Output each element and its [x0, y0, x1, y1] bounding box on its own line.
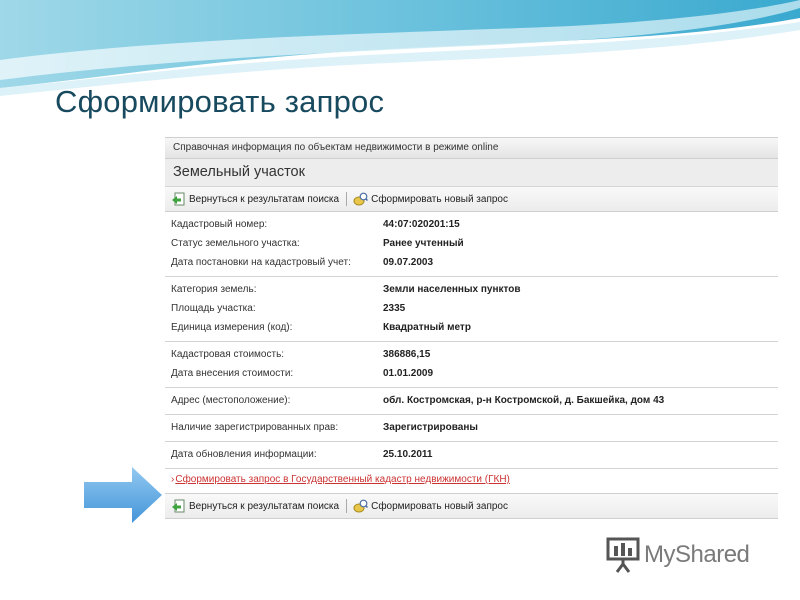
back-to-results-label: Вернуться к результатам поиска: [189, 500, 340, 512]
panel-topbar: Справочная информация по объектам недвиж…: [165, 137, 778, 159]
gkn-request-link[interactable]: Сформировать запрос в Государственный ка…: [175, 474, 510, 485]
info-group-updated: Дата обновления информации: 25.10.2011: [165, 442, 778, 469]
row-label: Единица измерения (код):: [171, 322, 293, 333]
info-row: Площадь участка: 2335: [165, 299, 778, 318]
info-row: Кадастровая стоимость: 386886,15: [165, 345, 778, 364]
logo-text: MyShared: [644, 541, 750, 568]
row-label: Кадастровая стоимость:: [171, 349, 285, 360]
chevron-right-icon: ›: [171, 474, 175, 485]
row-value: Земли населенных пунктов: [383, 284, 521, 295]
info-group-cost: Кадастровая стоимость: 386886,15 Дата вне…: [165, 342, 778, 388]
row-value: 44:07:020201:15: [383, 219, 460, 230]
row-value: обл. Костромская, р-н Костромской, д. Ба…: [383, 395, 665, 406]
row-value: Зарегистрированы: [383, 422, 478, 433]
new-request-icon: [353, 192, 369, 206]
info-row: Кадастровый номер: 44:07:020201:15: [165, 215, 778, 234]
new-request-label: Сформировать новый запрос: [371, 193, 508, 205]
row-label: Дата постановки на кадастровый учет:: [171, 257, 351, 268]
row-label: Площадь участка:: [171, 303, 256, 314]
row-label: Статус земельного участка:: [171, 238, 300, 249]
row-label: Категория земель:: [171, 284, 257, 295]
back-document-icon: [171, 192, 186, 206]
myshared-logo: MyShared: [606, 535, 771, 575]
new-request-label: Сформировать новый запрос: [371, 500, 508, 512]
info-group-rights: Наличие зарегистрированных прав: Зарегист…: [165, 415, 778, 442]
toolbar-divider: [346, 192, 348, 206]
pointer-arrow-icon: [84, 467, 162, 523]
toolbar-top: Вернуться к результатам поиска Сформиров…: [165, 187, 778, 212]
slide-title: Сформировать запрос: [55, 84, 385, 119]
info-row: Адрес (местоположение): обл. Костромская,…: [165, 391, 778, 410]
back-document-icon: [171, 499, 186, 513]
gkn-request-line: ›Сформировать запрос в Государственный к…: [165, 469, 778, 493]
back-to-results-link[interactable]: Вернуться к результатам поиска: [171, 192, 339, 206]
info-row: Статус земельного участка: Ранее учтенный: [165, 234, 778, 253]
back-to-results-link-bottom[interactable]: Вернуться к результатам поиска: [171, 499, 339, 513]
info-row: Категория земель: Земли населенных пункто…: [165, 280, 778, 299]
presentation-board-icon: [606, 537, 640, 573]
row-value: 2335: [383, 303, 406, 314]
row-value: Квадратный метр: [383, 322, 471, 333]
row-label: Наличие зарегистрированных прав:: [171, 422, 339, 433]
row-label: Дата внесения стоимости:: [171, 368, 294, 379]
row-value: 25.10.2011: [383, 449, 433, 460]
new-request-link[interactable]: Сформировать новый запрос: [353, 192, 508, 206]
info-group-land: Категория земель: Земли населенных пункто…: [165, 277, 778, 342]
property-info-panel: Справочная информация по объектам недвиж…: [165, 137, 778, 519]
row-value: 01.01.2009: [383, 368, 434, 379]
info-group-address: Адрес (местоположение): обл. Костромская,…: [165, 388, 778, 415]
toolbar-bottom: Вернуться к результатам поиска Сформиров…: [165, 493, 778, 519]
panel-heading: Земельный участок: [165, 159, 778, 187]
row-label: Кадастровый номер:: [171, 219, 268, 230]
info-row: Наличие зарегистрированных прав: Зарегист…: [165, 418, 778, 437]
row-value: Ранее учтенный: [383, 238, 464, 249]
toolbar-divider: [346, 499, 348, 513]
row-value: 386886,15: [383, 349, 431, 360]
new-request-link-bottom[interactable]: Сформировать новый запрос: [353, 499, 508, 513]
info-row: Единица измерения (код): Квадратный метр: [165, 318, 778, 337]
info-group-cadastral: Кадастровый номер: 44:07:020201:15 Статус…: [165, 212, 778, 277]
row-label: Дата обновления информации:: [171, 449, 317, 460]
info-row: Дата обновления информации: 25.10.2011: [165, 445, 778, 464]
info-row: Дата внесения стоимости: 01.01.2009: [165, 364, 778, 383]
row-value: 09.07.2003: [383, 257, 434, 268]
info-row: Дата постановки на кадастровый учет: 09.0…: [165, 253, 778, 272]
row-label: Адрес (местоположение):: [171, 395, 291, 406]
new-request-icon: [353, 499, 369, 513]
back-to-results-label: Вернуться к результатам поиска: [189, 193, 340, 205]
